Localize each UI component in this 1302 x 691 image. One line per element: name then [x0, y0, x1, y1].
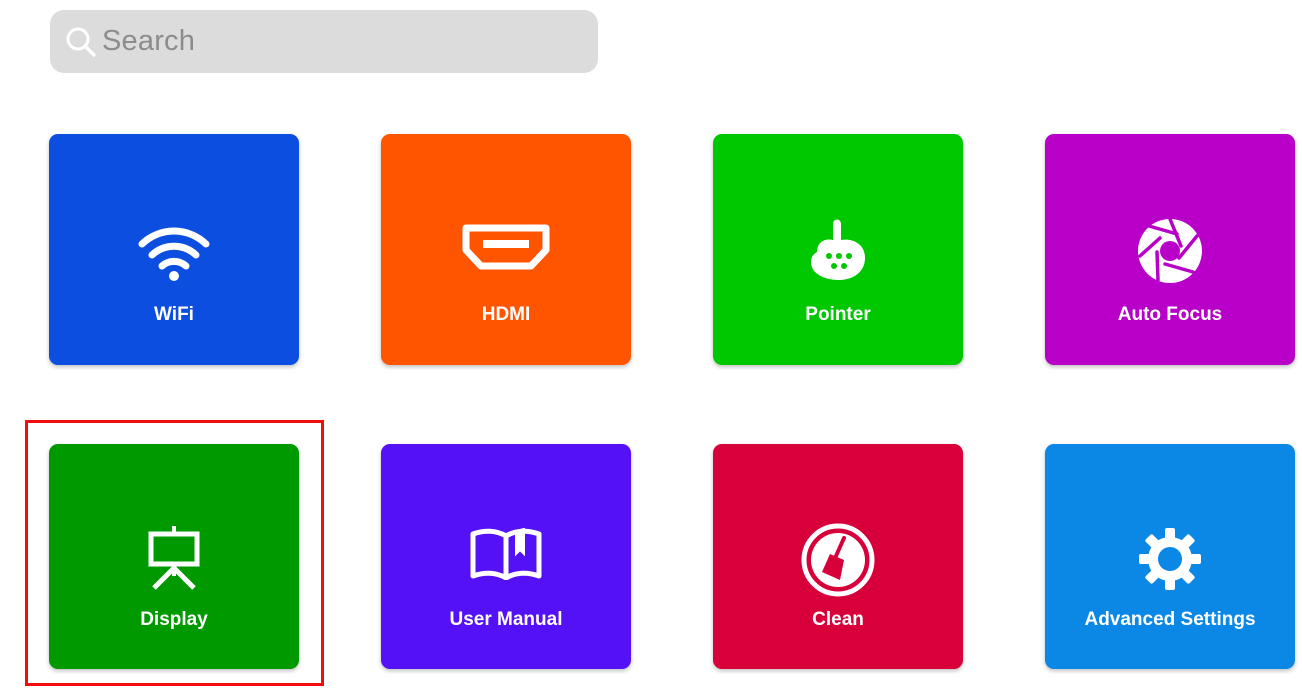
tile-label-user-manual: User Manual: [449, 609, 563, 630]
aperture-icon: [1045, 216, 1295, 286]
tile-label-advanced-settings: Advanced Settings: [1084, 609, 1256, 630]
search-icon: [64, 25, 98, 59]
wifi-tile[interactable]: WiFi: [49, 134, 299, 365]
tile-label-display: Display: [140, 609, 208, 630]
search-input[interactable]: Search: [102, 25, 195, 58]
search-bar[interactable]: Search: [50, 10, 598, 73]
clean-tile[interactable]: Clean: [713, 444, 963, 669]
tile-label-pointer: Pointer: [805, 304, 871, 325]
tile-label-hdmi: HDMI: [481, 304, 531, 325]
tile-label-auto-focus: Auto Focus: [1117, 304, 1223, 325]
auto-focus-tile[interactable]: Auto Focus: [1045, 134, 1295, 365]
user-manual-tile[interactable]: User Manual: [381, 444, 631, 669]
pointer-tile[interactable]: Pointer: [713, 134, 963, 365]
tile-label-clean: Clean: [812, 609, 864, 630]
hdmi-icon: [381, 220, 631, 274]
hdmi-tile[interactable]: HDMI: [381, 134, 631, 365]
pointer-remote-icon: [713, 216, 963, 282]
display-tile[interactable]: Display: [49, 444, 299, 669]
gear-icon: [1045, 524, 1295, 594]
tile-label-wifi: WiFi: [154, 304, 194, 325]
advanced-settings-tile[interactable]: Advanced Settings: [1045, 444, 1295, 669]
wifi-icon: [49, 220, 299, 284]
easel-screen-icon: [49, 524, 299, 590]
open-book-icon: [381, 524, 631, 580]
broom-icon: [713, 522, 963, 598]
